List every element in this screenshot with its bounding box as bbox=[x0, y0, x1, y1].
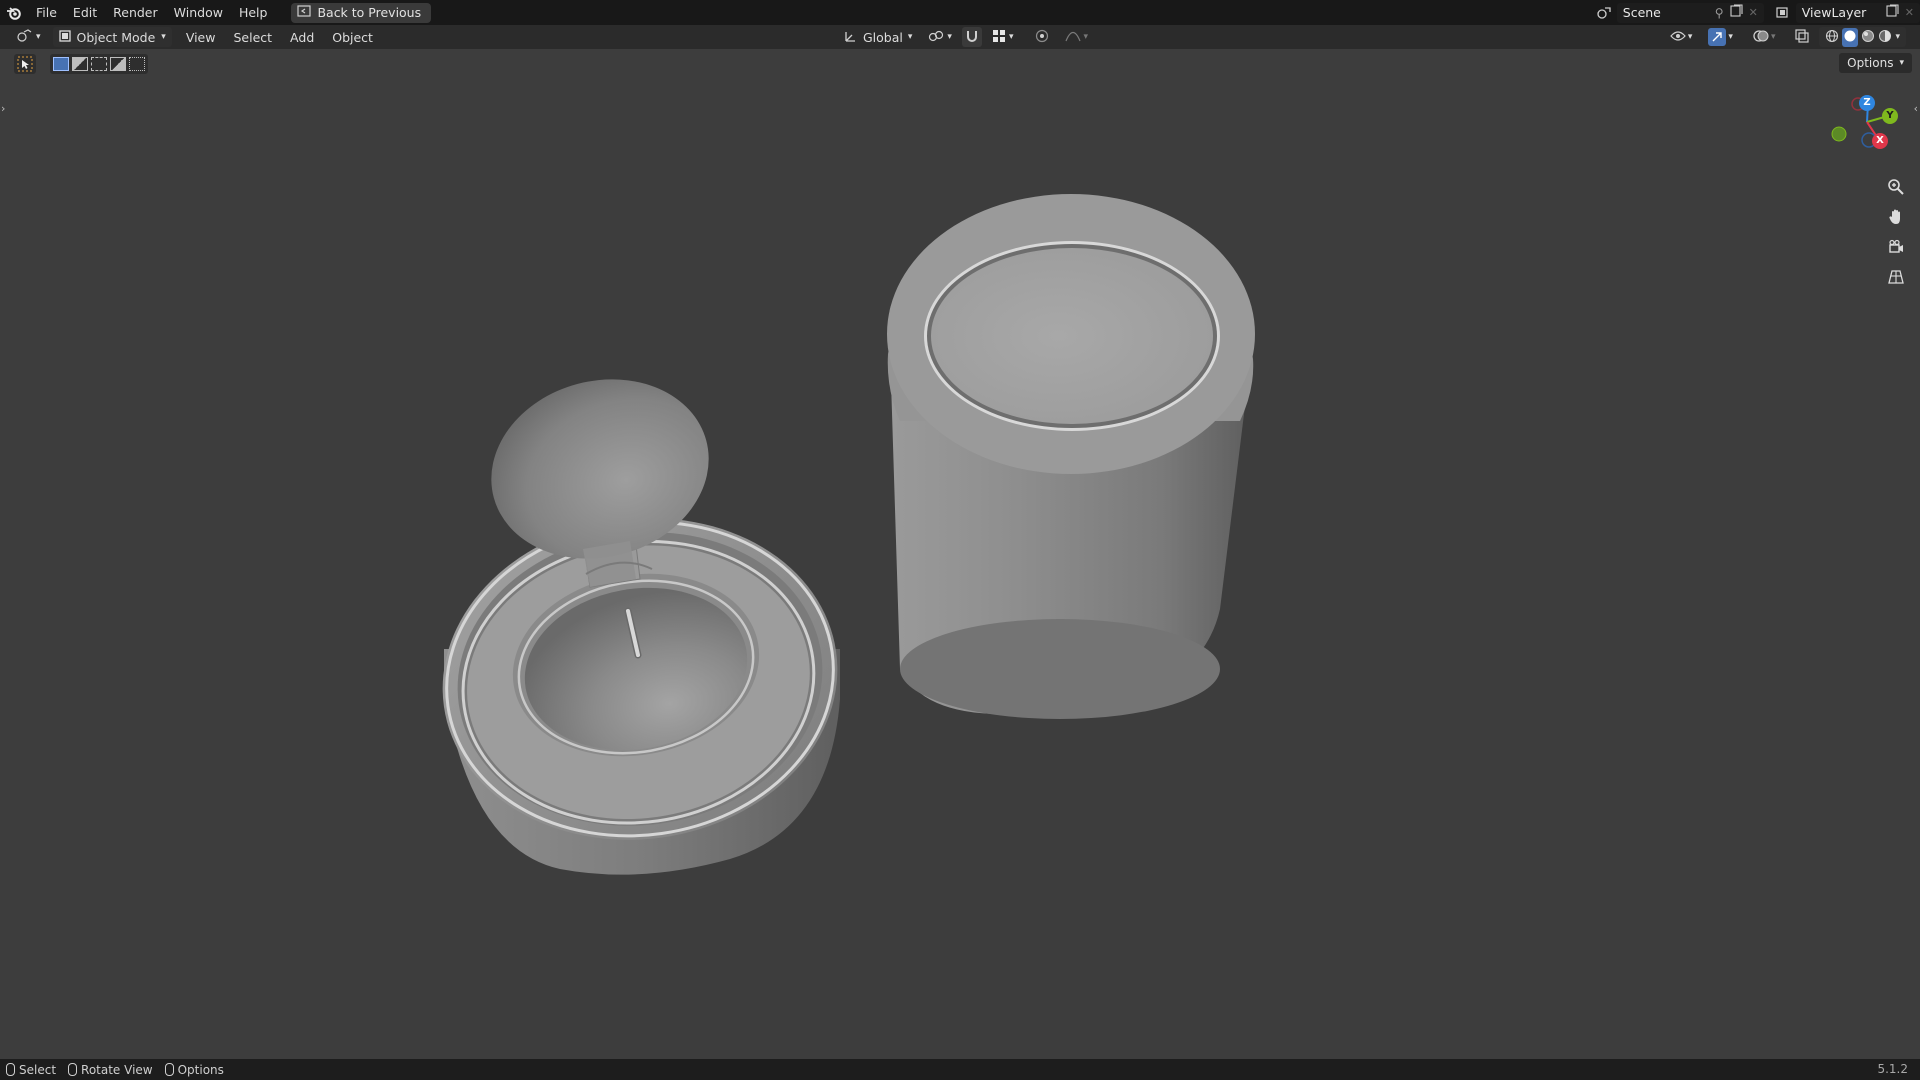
version-label: 5.1.2 bbox=[1877, 1062, 1908, 1076]
menu-edit[interactable]: Edit bbox=[65, 0, 105, 25]
chevron-down-icon[interactable]: ▾ bbox=[1895, 32, 1900, 42]
xray-icon bbox=[1795, 28, 1810, 46]
menu-select[interactable]: Select bbox=[227, 27, 278, 47]
menu-window[interactable]: Window bbox=[166, 0, 231, 25]
rendered-shading-icon[interactable] bbox=[1878, 29, 1892, 46]
status-select-label: Select bbox=[19, 1062, 57, 1077]
snap-grid-icon bbox=[992, 29, 1006, 46]
material-shading-icon[interactable] bbox=[1861, 29, 1875, 46]
chevron-down-icon: ▾ bbox=[1687, 32, 1693, 42]
chevron-down-icon: ▾ bbox=[36, 32, 41, 42]
transform-orientation-selector[interactable]: Global ▾ bbox=[838, 27, 918, 47]
mode-selector[interactable]: Object Mode ▾ bbox=[52, 27, 172, 47]
new-scene-icon[interactable] bbox=[1730, 4, 1743, 21]
top-bar: File Edit Render Window Help Back to Pre… bbox=[0, 0, 1920, 25]
scene-browse-icon[interactable] bbox=[1595, 4, 1613, 22]
navigation-buttons bbox=[1882, 176, 1910, 288]
falloff-curve-icon bbox=[1065, 30, 1082, 45]
blender-logo-icon[interactable] bbox=[0, 0, 28, 25]
editor-type-button[interactable]: ▾ bbox=[10, 27, 47, 47]
axis-y-label[interactable]: Y bbox=[1882, 108, 1898, 124]
chevron-down-icon: ▾ bbox=[1083, 32, 1088, 42]
menu-file[interactable]: File bbox=[28, 0, 65, 25]
viewport-header: ▾ Object Mode ▾ View Select Add Object G… bbox=[0, 25, 1920, 49]
right-mouse-icon bbox=[164, 1063, 174, 1076]
chevron-down-icon: ▾ bbox=[1008, 32, 1014, 42]
zoom-icon[interactable] bbox=[1882, 176, 1910, 198]
back-to-previous-label: Back to Previous bbox=[317, 5, 422, 20]
status-bar: Select Rotate View Options 5.1.2 bbox=[0, 1059, 1920, 1080]
chevron-down-icon: ▾ bbox=[1770, 32, 1776, 42]
solid-shading-icon[interactable] bbox=[1842, 27, 1859, 47]
viewlayer-selector[interactable]: ViewLayer ✕ bbox=[1795, 2, 1920, 23]
magnet-icon bbox=[965, 29, 979, 46]
overlays-icon bbox=[1753, 29, 1769, 46]
chevron-down-icon: ▾ bbox=[1728, 32, 1733, 42]
menu-render[interactable]: Render bbox=[105, 0, 166, 25]
menu-help[interactable]: Help bbox=[231, 0, 276, 25]
eye-icon bbox=[1670, 30, 1686, 45]
navigation-gizmo[interactable]: Z Y X bbox=[1822, 92, 1908, 164]
viewport-display-tools: ▾ ▾ ▾ ▾ bbox=[1664, 27, 1906, 47]
snap-target-selector[interactable]: ▾ bbox=[986, 27, 1020, 47]
viewlayer-browse-icon[interactable] bbox=[1774, 4, 1792, 22]
viewport-3d[interactable] bbox=[0, 49, 1920, 1059]
close-viewlayer-icon[interactable]: ✕ bbox=[1905, 6, 1914, 19]
status-options-label: Options bbox=[177, 1062, 224, 1077]
xray-toggle[interactable] bbox=[1789, 27, 1815, 47]
camera-view-icon[interactable] bbox=[1882, 236, 1910, 258]
visibility-selector[interactable]: ▾ bbox=[1664, 27, 1699, 47]
transform-tools: Global ▾ ▾ ▾ ▾ bbox=[838, 27, 1094, 47]
mode-label: Object Mode bbox=[76, 29, 156, 45]
pivot-point-selector[interactable]: ▾ bbox=[922, 27, 958, 47]
proportional-editing-toggle[interactable] bbox=[1029, 27, 1055, 47]
viewlayer-name[interactable]: ViewLayer bbox=[1802, 5, 1880, 20]
pin-icon[interactable]: ⚲ bbox=[1715, 6, 1724, 20]
object-mode-icon bbox=[58, 29, 71, 45]
status-rotate-label: Rotate View bbox=[81, 1062, 153, 1077]
open-box-object[interactable] bbox=[422, 356, 859, 875]
snap-toggle[interactable] bbox=[961, 27, 982, 47]
menu-add[interactable]: Add bbox=[284, 27, 320, 47]
back-to-previous-button[interactable]: Back to Previous bbox=[291, 2, 432, 23]
top-right-controls: Scene ⚲ ✕ ViewLayer ✕ bbox=[1595, 0, 1920, 25]
scene-name[interactable]: Scene bbox=[1623, 5, 1709, 20]
editor-type-icon bbox=[16, 28, 34, 46]
scene-selector[interactable]: Scene ⚲ ✕ bbox=[1616, 2, 1764, 23]
status-rotate: Rotate View bbox=[62, 1063, 159, 1077]
orientation-icon bbox=[844, 29, 858, 46]
chevron-down-icon: ▾ bbox=[907, 32, 913, 42]
middle-mouse-icon bbox=[68, 1063, 78, 1076]
wireframe-shading-icon[interactable] bbox=[1825, 29, 1839, 46]
proportional-icon bbox=[1035, 29, 1049, 46]
closed-cylinder-object[interactable] bbox=[887, 194, 1255, 719]
status-options: Options bbox=[159, 1063, 230, 1077]
left-mouse-icon bbox=[6, 1063, 15, 1076]
chevron-down-icon: ▾ bbox=[161, 32, 166, 42]
menu-object[interactable]: Object bbox=[326, 27, 379, 47]
axis-x-label[interactable]: X bbox=[1872, 133, 1888, 149]
overlays-toggle[interactable]: ▾ bbox=[1747, 27, 1782, 47]
falloff-selector[interactable]: ▾ bbox=[1059, 27, 1094, 47]
pan-hand-icon[interactable] bbox=[1882, 206, 1910, 228]
back-icon bbox=[297, 5, 312, 20]
perspective-grid-icon[interactable] bbox=[1882, 266, 1910, 288]
gizmo-toggle[interactable]: ▾ bbox=[1702, 27, 1739, 47]
status-select: Select bbox=[0, 1063, 62, 1077]
gizmo-icon bbox=[1708, 28, 1727, 46]
close-scene-icon[interactable]: ✕ bbox=[1749, 6, 1758, 19]
pivot-icon bbox=[928, 29, 944, 46]
axis-z-label[interactable]: Z bbox=[1859, 95, 1875, 111]
shading-mode-group: ▾ bbox=[1819, 27, 1906, 47]
chevron-down-icon: ▾ bbox=[947, 32, 952, 42]
menu-view[interactable]: View bbox=[180, 27, 222, 47]
new-viewlayer-icon[interactable] bbox=[1886, 4, 1899, 21]
orientation-label: Global bbox=[863, 29, 903, 45]
